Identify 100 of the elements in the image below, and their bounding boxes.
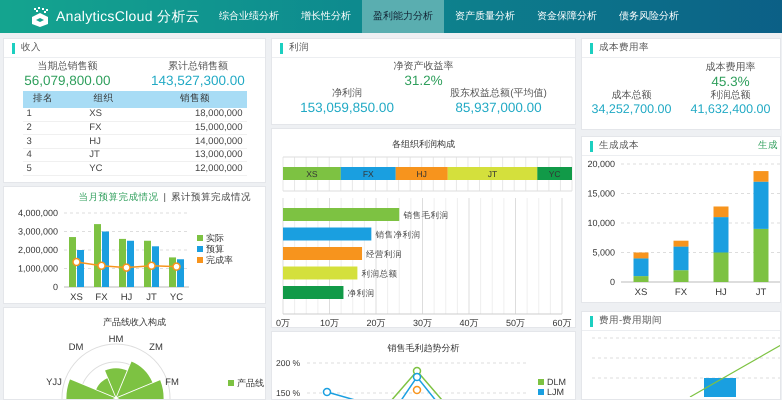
axis-label: 10万 — [320, 318, 339, 327]
table-cell: 4 — [22, 148, 64, 162]
axis-label: 10,000 — [587, 218, 615, 228]
category-label: 净利润 — [347, 288, 374, 298]
app-logo-text: AnalyticsCloud 分析云 — [56, 7, 200, 26]
kpi-value: 31.2% — [403, 72, 444, 88]
kpi-label: 股东权益总额(平均值) — [450, 88, 547, 100]
table-cell: 15,000,000 — [143, 121, 246, 135]
axis-label: 30万 — [413, 318, 432, 327]
legend-label: 产品线 — [237, 378, 264, 388]
axis-label: 60万 — [552, 318, 572, 327]
table-cell: XS — [63, 108, 144, 122]
column-header: 排名 — [22, 90, 64, 108]
nav-tab[interactable]: 资产质量分析 — [444, 0, 526, 33]
chart-title: 各组织利润构成 — [391, 138, 456, 151]
chart-bar — [714, 252, 728, 282]
column-header: 销售额 — [143, 90, 246, 108]
legend-label: DLM — [547, 376, 566, 386]
series-label: YC — [548, 168, 561, 178]
accent-bar — [590, 316, 593, 326]
nav-tab[interactable]: 盈利能力分析 — [362, 0, 444, 33]
table-cell: HJ — [63, 134, 144, 148]
axis-label: FM — [165, 376, 179, 388]
axis-label: 40万 — [460, 318, 478, 327]
legend-label: 完成率 — [206, 255, 233, 266]
table-cell: 13,000,000 — [143, 148, 246, 162]
tab-separator: | — [164, 191, 166, 205]
kpi-value: 56,079,800.00 — [24, 73, 111, 89]
axis-label: 3,000,000 — [18, 226, 58, 237]
legend-label: 预算 — [206, 244, 224, 254]
table-cell: 12,000,000 — [143, 162, 246, 176]
axis-label: 2,000,000 — [18, 245, 58, 256]
category-label: 销售净利润 — [375, 229, 420, 239]
series-label: HJ — [416, 168, 427, 178]
card-title: 费用-费用期间 — [599, 314, 662, 328]
axis-label: 1,000,000 — [18, 264, 58, 274]
axis-label: 4,000,000 — [18, 208, 58, 218]
axis-label: YJJ — [46, 376, 62, 388]
axis-label: YC — [170, 292, 184, 303]
kpi-label: 成本总额 — [610, 90, 652, 102]
axis-label: 0万 — [276, 318, 290, 327]
axis-label: 50万 — [506, 318, 525, 327]
table-cell: YC — [63, 162, 144, 176]
table-cell: JT — [63, 148, 144, 162]
kpi-label: 当期总销售额 — [36, 61, 98, 73]
chart-bar — [283, 286, 344, 298]
axis-label: 20,000 — [587, 159, 615, 169]
kpi-value: 34,252,700.00 — [590, 102, 672, 116]
axis-label: JT — [756, 287, 766, 298]
kpi-label: 净利润 — [331, 88, 364, 100]
data-point — [147, 262, 156, 270]
table-cell: 2 — [22, 121, 64, 135]
chart-tab[interactable]: 当月预算完成情况 — [78, 191, 159, 206]
axis-label: DM — [68, 342, 84, 352]
card-title: 收入 — [21, 40, 41, 55]
card-title: 利润 — [289, 40, 309, 55]
chart-title: 销售毛利趋势分析 — [386, 342, 460, 355]
chart-bar — [754, 228, 768, 282]
kpi-value: 143,527,300.00 — [150, 73, 245, 89]
data-point — [122, 264, 131, 272]
nav-tab[interactable]: 综合业绩分析 — [208, 0, 290, 33]
axis-label: HM — [108, 334, 124, 344]
axis-label: 0 — [610, 277, 615, 287]
nav-tab[interactable]: 增长性分析 — [290, 0, 362, 33]
axis-label: 200 % — [276, 358, 300, 368]
cube-logo-icon — [30, 6, 50, 26]
axis-label: 5,000 — [592, 248, 615, 258]
table-cell: 18,000,000 — [143, 108, 246, 122]
axis-label: 15,000 — [587, 188, 615, 198]
kpi-value: 85,937,000.00 — [454, 100, 543, 116]
kpi-label: 利润总额 — [710, 90, 752, 102]
chart-bar — [283, 166, 341, 180]
legend-label: 实际 — [206, 233, 224, 244]
kpi-label: 累计总销售额 — [166, 61, 229, 73]
series-label: FX — [362, 168, 374, 178]
data-point — [97, 262, 106, 270]
accent-bar — [590, 140, 593, 152]
data-point — [172, 262, 181, 272]
axis-label: XS — [70, 292, 83, 303]
table-cell: FX — [63, 121, 144, 135]
chart-bar — [340, 166, 396, 180]
axis-label: 20万 — [366, 318, 386, 327]
column-header: 组织 — [63, 90, 144, 108]
accent-bar — [12, 42, 15, 54]
accent-bar — [590, 42, 593, 54]
axis-label: FX — [674, 287, 688, 298]
nav-tab[interactable]: 债务风险分析 — [608, 0, 690, 33]
series-label: XS — [306, 168, 318, 178]
table-cell: 3 — [22, 134, 64, 148]
nav-tab[interactable]: 资金保障分析 — [526, 0, 608, 33]
legend-label: LJM — [547, 386, 564, 396]
table-cell: 14,000,000 — [143, 134, 246, 148]
category-label: 销售毛利润 — [403, 210, 448, 220]
axis-label: ZM — [149, 342, 163, 352]
chart-tab[interactable]: 累计预算完成情况 — [171, 191, 251, 206]
axis-label: 150 % — [276, 388, 300, 398]
card-title: 成本费用率 — [599, 40, 649, 55]
axis-label: 0 — [52, 282, 58, 292]
header-link[interactable]: 生成 — [758, 138, 780, 154]
table-cell: 1 — [22, 108, 64, 122]
